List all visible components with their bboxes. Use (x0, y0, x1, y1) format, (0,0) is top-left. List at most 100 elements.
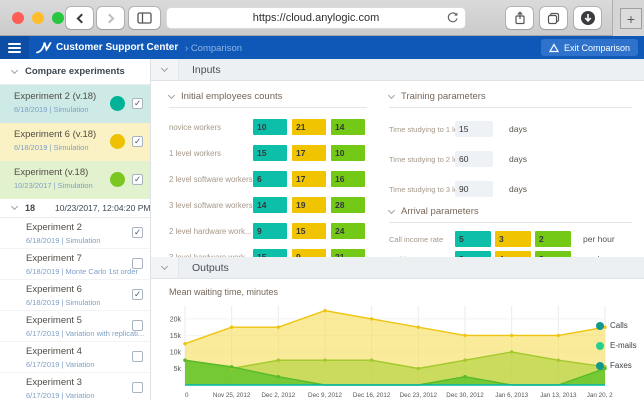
experiment-color-dot (110, 134, 125, 149)
minimize-window-button[interactable] (32, 12, 44, 24)
zoom-window-button[interactable] (52, 12, 64, 24)
tabs-icon (547, 12, 560, 24)
parameters-column: Training parameters Time studying to 1 l… (387, 91, 632, 267)
compare-selected-list: Experiment 2 (v.18) 6/18/2019 | Simulatio… (0, 85, 150, 199)
experiment-row[interactable]: Experiment 4 6/17/2019 | Variation (0, 342, 150, 373)
experiment-meta: 6/17/2019 | Variation with replicati... (26, 329, 145, 338)
x-axis-tick-label: Dec 16, 2012 (353, 392, 391, 399)
input-value-cell: 16 (331, 171, 365, 187)
checkbox[interactable] (132, 320, 143, 331)
experiment-row[interactable]: Experiment 3 6/17/2019 | Variation (0, 373, 150, 400)
inputs-section-title: Inputs (192, 63, 221, 76)
employee-input-row: 2 level software workers 6 17 16 (169, 166, 367, 192)
new-tab-button[interactable]: + (620, 8, 642, 29)
forward-icon (104, 13, 114, 23)
area-chart: 5k 10k 15k 20k 0 Nov 25, 2012 Dec 2, 2012 Dec 9… (170, 306, 613, 399)
x-axis-tick-label: 0 (185, 392, 189, 399)
input-label: 2 level hardware work... (169, 226, 252, 236)
experiment-row[interactable]: Experiment 2 6/18/2019 | Simulation ✓ (0, 218, 150, 249)
chevron-down-icon[interactable] (387, 91, 396, 99)
experiment-row[interactable]: Experiment 7 6/18/2019 | Monte Carlo 1st … (0, 249, 150, 280)
training-input-row: Time studying to 1 level 15 days (389, 114, 632, 144)
downloads-button[interactable] (574, 7, 601, 29)
training-input-row: Time studying to 2 level 60 days (389, 144, 632, 174)
input-value-cell: 6 (253, 171, 287, 187)
reload-icon[interactable] (446, 11, 459, 24)
chevron-down-icon[interactable] (10, 202, 19, 211)
x-axis-tick-label: Jan 13, 2013 (540, 392, 577, 399)
checkbox[interactable]: ✓ (132, 227, 143, 238)
inputs-collapse-cell[interactable] (151, 59, 179, 80)
chevron-down-icon[interactable] (160, 64, 169, 72)
experiment-meta: 6/18/2019 | Simulation (14, 105, 89, 114)
back-button[interactable] (66, 7, 93, 29)
breadcrumb-separator: › (185, 43, 189, 54)
input-label: 2 level software workers (169, 174, 253, 184)
input-unit: days (509, 124, 527, 134)
menu-button[interactable] (0, 36, 29, 59)
chevron-down-icon[interactable] (10, 66, 19, 74)
input-value-cell: 21 (292, 119, 326, 135)
checkbox[interactable] (132, 351, 143, 362)
training-group-title: Training parameters (401, 91, 486, 102)
checkbox[interactable]: ✓ (132, 136, 143, 147)
input-value-field[interactable]: 90 (455, 181, 493, 197)
chevron-down-icon[interactable] (167, 91, 176, 99)
output-chart-panel: Mean waiting time, minutes 5k 10k 15k 20k 0 N… (151, 279, 644, 400)
input-value-field[interactable]: 60 (455, 151, 493, 167)
close-window-button[interactable] (12, 12, 24, 24)
chevron-down-icon[interactable] (160, 262, 169, 270)
input-value-field[interactable]: 15 (455, 121, 493, 137)
training-group-header[interactable]: Training parameters (387, 91, 632, 108)
checkbox[interactable]: ✓ (132, 174, 143, 185)
experiment-row[interactable]: Experiment 6 6/18/2019 | Simulation ✓ (0, 280, 150, 311)
input-value-cell: 19 (292, 197, 326, 213)
chevron-down-icon[interactable] (387, 206, 396, 214)
input-label: Time studying to 1 level (389, 124, 468, 134)
experiment-meta: 6/18/2019 | Simulation (26, 236, 101, 245)
experiments-sidebar: Compare experiments Experiment 2 (v.18) 6… (0, 59, 151, 400)
input-label: 1 level workers (169, 148, 221, 158)
checkbox[interactable] (132, 258, 143, 269)
selected-experiment-row[interactable]: Experiment (v.18) 10/23/2017 | Simulation… (0, 161, 150, 199)
outputs-section-header[interactable]: Outputs (151, 257, 644, 279)
legend-dot (596, 341, 604, 350)
selected-experiment-row[interactable]: Experiment 2 (v.18) 6/18/2019 | Simulatio… (0, 85, 150, 123)
employee-input-row: novice workers 10 21 14 (169, 114, 367, 140)
share-button[interactable] (506, 7, 533, 29)
experiment-meta: 6/18/2019 | Monte Carlo 1st order (26, 267, 139, 276)
checkbox[interactable] (132, 382, 143, 393)
url-text: https://cloud.anylogic.com (252, 12, 380, 24)
employees-rows: novice workers 10 21 14 1 level workers 15 17 1… (169, 114, 367, 270)
input-label: novice workers (169, 122, 221, 132)
arrival-group-header[interactable]: Arrival parameters (387, 206, 632, 223)
legend-item[interactable]: E-mails (596, 341, 640, 350)
experiment-group-header[interactable]: 18 10/23/2017, 12:04:20 PM (0, 199, 150, 218)
input-value-cell: 10 (331, 145, 365, 161)
input-value-cell: 5 (455, 231, 491, 247)
tabs-overview-button[interactable] (540, 7, 567, 29)
exit-comparison-button[interactable]: Exit Comparison (540, 39, 638, 56)
experiment-row[interactable]: Experiment 5 6/17/2019 | Variation with r… (0, 311, 150, 342)
input-label: Call income rate (389, 234, 444, 244)
legend-item[interactable]: Calls (596, 321, 640, 330)
inputs-section-header[interactable]: Inputs (151, 59, 644, 81)
experiment-color-dot (110, 172, 125, 187)
input-label: 3 level software workers (169, 200, 253, 210)
address-bar[interactable]: https://cloud.anylogic.com (166, 7, 466, 29)
employees-group-header[interactable]: Initial employees counts (167, 91, 367, 108)
employee-input-row: 1 level workers 15 17 10 (169, 140, 367, 166)
checkbox[interactable]: ✓ (132, 289, 143, 300)
outputs-collapse-cell[interactable] (151, 257, 179, 278)
forward-button[interactable] (97, 7, 124, 29)
arrival-group-title: Arrival parameters (401, 206, 479, 217)
checkbox[interactable]: ✓ (132, 98, 143, 109)
sidebar-toggle-button[interactable] (129, 7, 160, 29)
compare-experiments-header[interactable]: Compare experiments (0, 59, 150, 85)
legend-item[interactable]: Faxes (596, 361, 640, 370)
employee-input-row: 3 level software workers 14 19 28 (169, 192, 367, 218)
input-value-cell: 2 (535, 231, 571, 247)
selected-experiment-row[interactable]: Experiment 6 (v.18) 6/18/2019 | Simulatio… (0, 123, 150, 161)
window-controls (12, 12, 64, 24)
comparison-main: Inputs Initial employees counts novice w… (151, 59, 644, 400)
